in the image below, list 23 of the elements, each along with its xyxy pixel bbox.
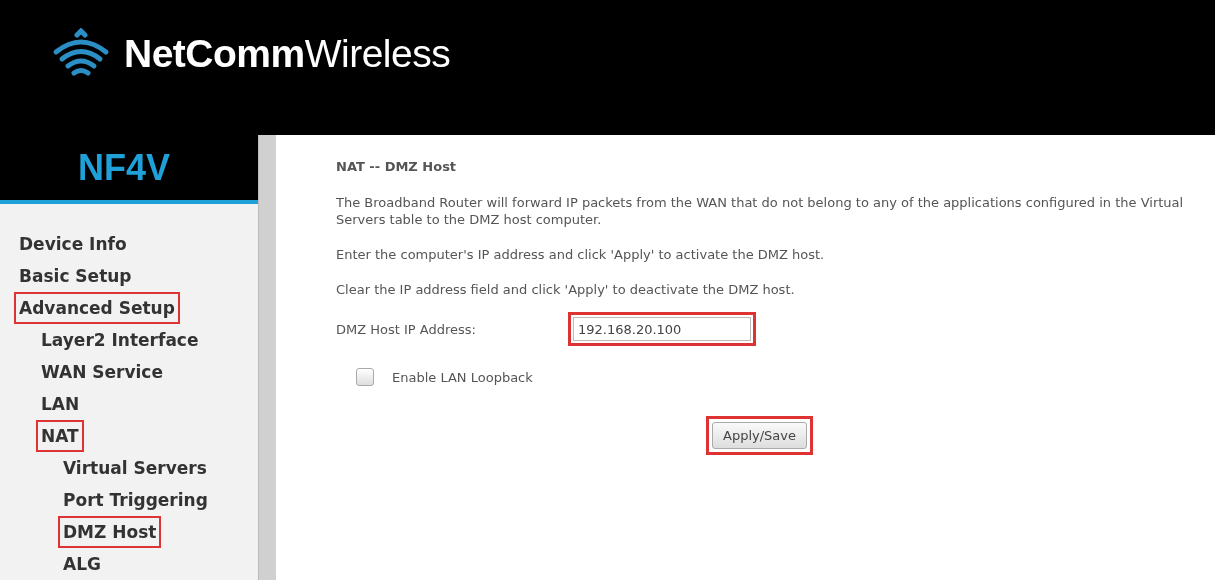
- menu-item[interactable]: Port Triggering: [58, 484, 213, 516]
- model-name: NF4V: [78, 146, 170, 189]
- menu-item[interactable]: NAT: [36, 420, 84, 452]
- description-text: Enter the computer's IP address and click 'Apply' to activate the DMZ host.: [336, 246, 826, 263]
- checkbox[interactable]: [356, 368, 374, 386]
- field-label: DMZ Host IP Address:: [336, 321, 477, 337]
- description-text: Clear the IP address field and click 'Apply' to deactivate the DMZ host.: [336, 281, 796, 298]
- scrollbar[interactable]: [258, 135, 276, 580]
- menu-item[interactable]: Device Info: [14, 228, 132, 260]
- menu-item[interactable]: Basic Setup: [14, 260, 137, 292]
- menu-item[interactable]: DMZ Host: [58, 516, 162, 548]
- menu-item[interactable]: LAN: [36, 388, 85, 420]
- menu-item[interactable]: ALG: [58, 548, 106, 580]
- ip-address-field[interactable]: 192.168.20.100: [573, 317, 751, 341]
- menu-item[interactable]: Layer2 Interface: [36, 324, 204, 356]
- description-text: The Broadband Router will forward IP packets from the WAN that do not belong to any of the applications configured in the Virtual Servers table to the DMZ host computer.: [336, 194, 1185, 228]
- menu-item[interactable]: WAN Service: [36, 356, 168, 388]
- checkbox-label: Enable LAN Loopback: [392, 369, 533, 385]
- menu-item[interactable]: Virtual Servers: [58, 452, 212, 484]
- apply-save-button[interactable]: Apply/Save: [712, 422, 807, 449]
- brand-logo: NetCommWireless: [124, 32, 451, 76]
- menu-item[interactable]: Advanced Setup: [14, 292, 180, 324]
- page-title: NAT -- DMZ Host: [336, 159, 458, 174]
